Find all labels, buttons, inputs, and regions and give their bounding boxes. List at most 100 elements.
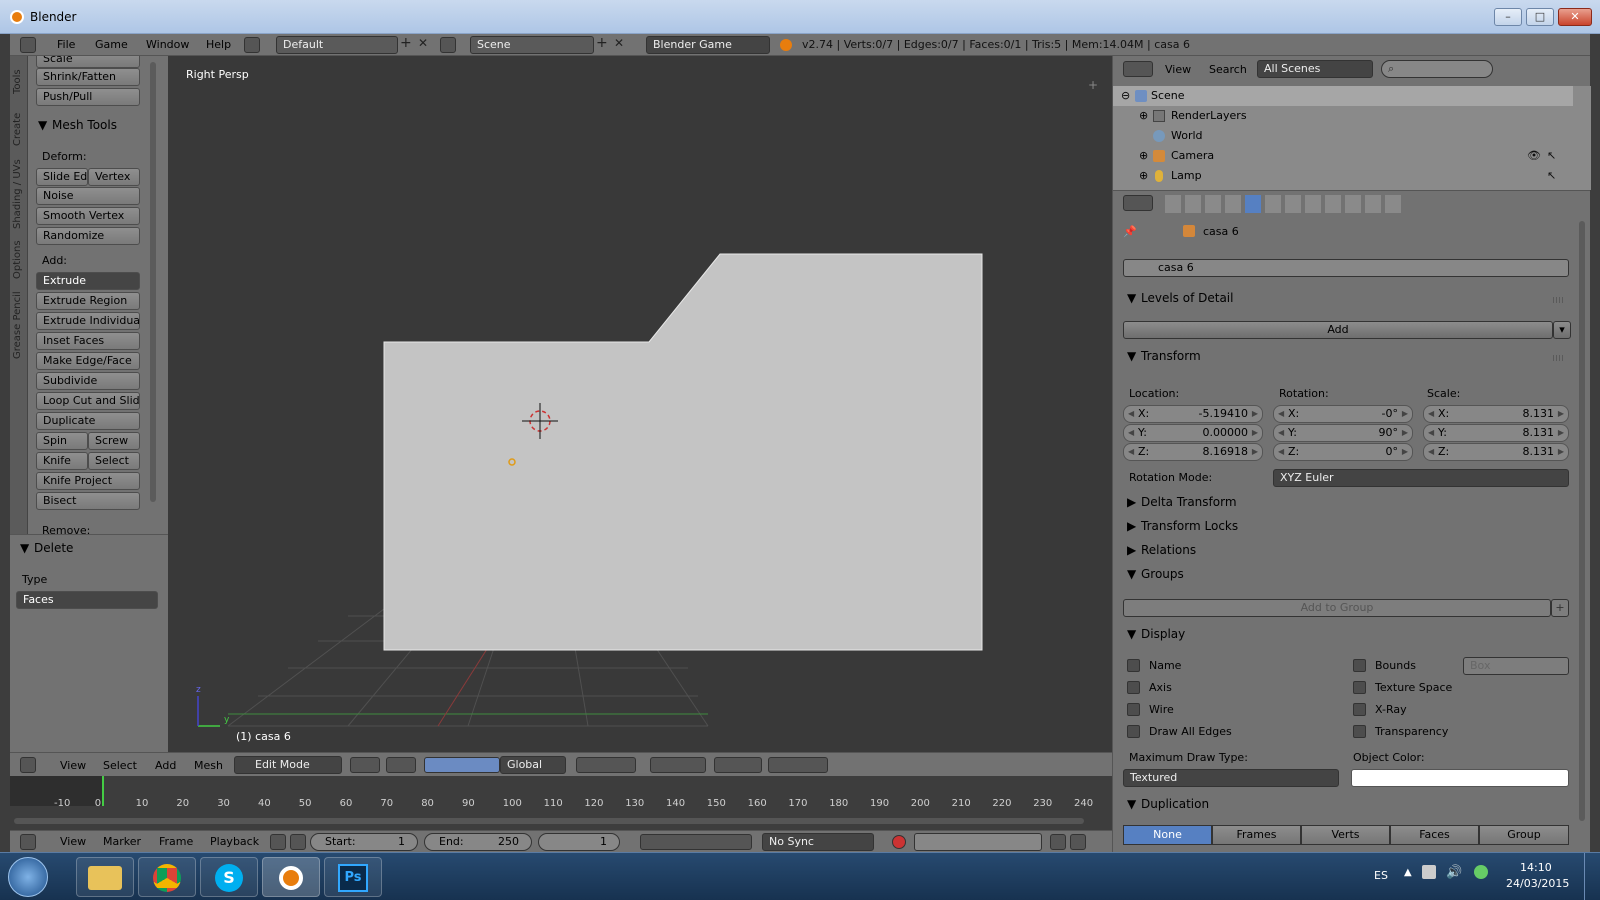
object-name-field[interactable]: casa 6 [1123,259,1569,277]
taskbar-skype-icon[interactable]: S [200,857,258,897]
end-frame-field[interactable]: End: 250 [424,833,532,851]
make-edge-face-button[interactable]: Make Edge/Face [36,352,140,370]
outliner-search-input[interactable]: ⌕ [1381,60,1493,78]
keyframe-delete-icon[interactable] [1070,834,1086,850]
current-frame-field[interactable]: 1 [538,833,620,851]
screen-layout-field[interactable]: Default [276,36,398,54]
close-button[interactable]: ✕ [1558,8,1592,26]
outliner-row-world[interactable]: World [1113,126,1573,146]
tab-shading-uvs[interactable]: Shading / UVs [12,156,26,232]
delete-collapse-icon[interactable]: ▼ [20,541,29,555]
xray-checkbox[interactable] [1353,703,1366,716]
snap-icon[interactable] [714,757,762,773]
mesh-tools-title[interactable]: Mesh Tools [52,118,117,132]
collapse-icon[interactable]: ⊖ [1121,86,1130,106]
relations-panel[interactable]: Relations [1141,543,1196,557]
tab-tools[interactable]: Tools [12,62,26,102]
lock-icon[interactable] [290,834,306,850]
properties-scrollbar[interactable] [1579,221,1585,821]
extrude-menu[interactable]: Extrude [36,272,140,290]
dup-tab-group[interactable]: Group [1479,825,1569,845]
rotation-x-field[interactable]: ◀ X: -0° ▶ [1273,405,1413,423]
tool-shelf-scrollbar[interactable] [150,62,156,502]
vertex-slide-button[interactable]: Vertex [88,168,140,186]
operator-title[interactable]: Delete [34,541,73,555]
pin-icon[interactable]: 📌 [1123,225,1137,238]
render-engine-select[interactable]: Blender Game [646,36,770,54]
delete-type-select[interactable]: Faces [16,591,158,609]
keying-set-field[interactable] [914,833,1042,851]
taskbar-photoshop-icon[interactable]: Ps [324,857,382,897]
render-opengl-icons[interactable] [768,757,828,773]
menu-select[interactable]: Select [103,759,137,772]
outliner-menu-search[interactable]: Search [1209,63,1247,76]
draw-all-edges-checkbox[interactable] [1127,725,1140,738]
menu-file[interactable]: File [57,38,75,51]
taskbar-explorer-icon[interactable] [76,857,134,897]
menu-window[interactable]: Window [146,38,189,51]
viewport-shading-icon[interactable] [350,757,380,773]
keying-icon[interactable] [270,834,286,850]
transform-locks-panel[interactable]: Transform Locks [1141,519,1238,533]
remove-scene-icon[interactable]: ✕ [614,36,624,50]
shrink-fatten-button[interactable]: Shrink/Fatten [36,68,140,86]
3d-view-editor-icon[interactable] [20,757,36,773]
loop-cut-slide-button[interactable]: Loop Cut and Slide [36,392,140,410]
object-color-swatch[interactable] [1351,769,1569,787]
transform-panel-title[interactable]: Transform [1141,349,1201,363]
tl-menu-marker[interactable]: Marker [103,835,141,848]
max-draw-type-select[interactable]: Textured [1123,769,1339,787]
show-desktop-button[interactable] [1584,853,1600,900]
display-panel[interactable]: Display [1141,627,1185,641]
add-scene-icon[interactable]: + [596,35,608,51]
info-editor-type-icon[interactable] [20,37,36,53]
noise-button[interactable]: Noise [36,187,140,205]
mesh-tools-collapse-icon[interactable]: ▼ [38,118,47,132]
screw-button[interactable]: Screw [88,432,140,450]
smooth-vertex-button[interactable]: Smooth Vertex [36,207,140,225]
clock-date[interactable]: 24/03/2015 [1506,877,1569,890]
spin-button[interactable]: Spin [36,432,88,450]
rotation-mode-select[interactable]: XYZ Euler [1273,469,1569,487]
outliner-row-scene[interactable]: ⊖ Scene [1113,86,1573,106]
lod-dropdown-icon[interactable]: ▾ [1553,321,1571,339]
outliner-row-renderlayers[interactable]: ⊕ RenderLayers [1113,106,1573,126]
transparency-checkbox[interactable] [1353,725,1366,738]
minimize-button[interactable]: – [1494,8,1522,26]
display-collapse-icon[interactable]: ▼ [1127,627,1136,641]
inset-faces-button[interactable]: Inset Faces [36,332,140,350]
maximize-button[interactable]: □ [1526,8,1554,26]
pivot-point-icon[interactable] [386,757,416,773]
expand-icon[interactable]: ⊕ [1139,106,1148,126]
transform-orientation-select[interactable]: Global [500,756,566,774]
add-to-group-button[interactable]: Add to Group [1123,599,1551,617]
tab-grease-pencil[interactable]: Grease Pencil [12,288,26,362]
outliner-editor-icon[interactable] [1123,61,1153,77]
expand-icon[interactable]: ⊕ [1139,166,1148,186]
subdivide-button[interactable]: Subdivide [36,372,140,390]
outliner-menu-view[interactable]: View [1165,63,1191,76]
menu-game[interactable]: Game [95,38,128,51]
lod-collapse-icon[interactable]: ▼ [1127,291,1136,305]
clock-time[interactable]: 14:10 [1520,861,1552,874]
push-pull-button[interactable]: Push/Pull [36,88,140,106]
proportional-editing-icon[interactable] [650,757,706,773]
bisect-button[interactable]: Bisect [36,492,140,510]
scale-z-field[interactable]: ◀ Z: 8.131 ▶ [1423,443,1569,461]
taskbar-chrome-icon[interactable] [138,857,196,897]
scale-y-field[interactable]: ◀ Y: 8.131 ▶ [1423,424,1569,442]
tl-menu-view[interactable]: View [60,835,86,848]
rotation-z-field[interactable]: ◀ Z: 0° ▶ [1273,443,1413,461]
screen-layout-icon[interactable] [244,37,260,53]
timeline-editor-icon[interactable] [20,834,36,850]
lod-panel-title[interactable]: Levels of Detail [1141,291,1233,305]
mode-select[interactable]: Edit Mode [234,756,342,774]
record-icon[interactable] [892,835,906,849]
panel-grip[interactable] [1553,355,1565,361]
extrude-individual-button[interactable]: Extrude Individual [36,312,140,330]
expand-icon[interactable]: ⊕ [1139,146,1148,166]
delta-transform-panel[interactable]: Delta Transform [1141,495,1237,509]
cursor-select-icon[interactable]: ↖ [1547,146,1556,166]
wire-checkbox[interactable] [1127,703,1140,716]
location-x-field[interactable]: ◀ X: -5.19410 ▶ [1123,405,1263,423]
